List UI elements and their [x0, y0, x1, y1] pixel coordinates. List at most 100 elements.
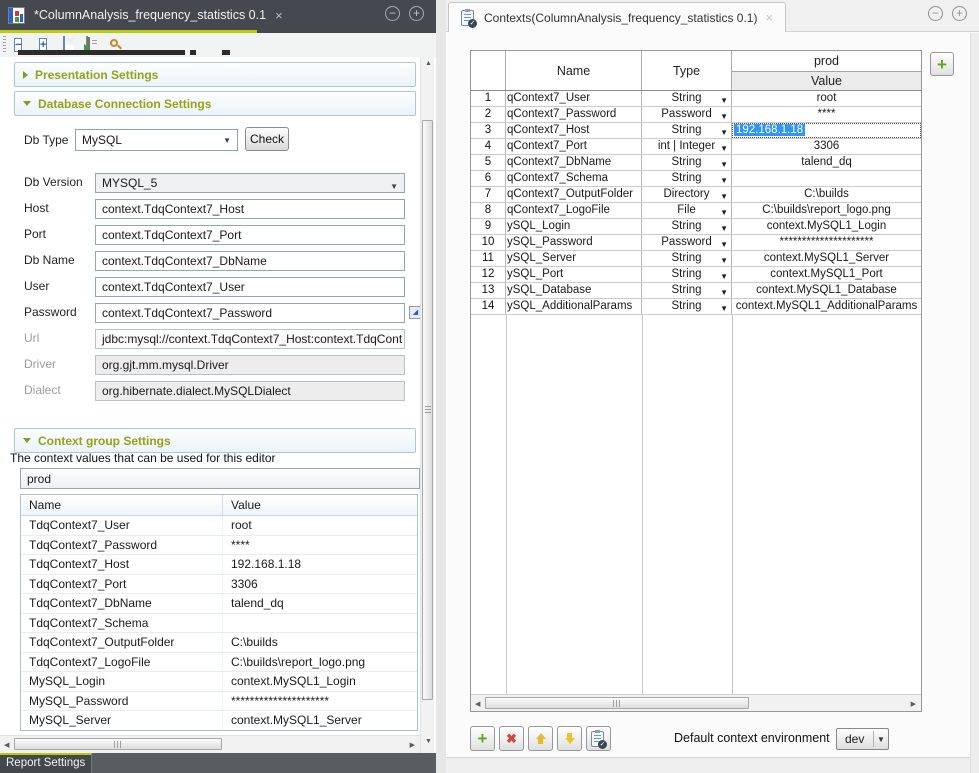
scroll-up-icon[interactable]: ▲ — [425, 60, 432, 67]
context-type-cell[interactable]: String ▼ — [642, 219, 732, 234]
context-name-cell[interactable]: ySQL_AdditionalParams — [506, 299, 642, 314]
context-name-cell[interactable]: qContext7_User — [506, 91, 642, 106]
horizontal-scrollbar[interactable]: ◀ ▶ — [0, 735, 420, 753]
chevron-down-icon[interactable]: ▼ — [720, 238, 728, 250]
section-database-connection-settings[interactable]: Database Connection Settings — [14, 91, 416, 116]
scroll-left-icon[interactable]: ◀ — [475, 701, 480, 708]
context-name-cell[interactable]: ySQL_Password — [506, 235, 642, 250]
scrollbar-thumb[interactable] — [422, 120, 433, 700]
chevron-down-icon[interactable]: ▼ — [720, 94, 728, 106]
maximize-icon[interactable]: + — [952, 6, 967, 21]
vertical-scrollbar[interactable]: ▲ ▼ — [420, 57, 434, 753]
context-value-cell[interactable]: context.MySQL1_Database — [732, 283, 921, 298]
context-value-cell[interactable] — [732, 171, 921, 186]
move-up-button[interactable] — [528, 726, 553, 751]
chevron-down-icon[interactable]: ▼ — [720, 174, 728, 186]
context-name-cell[interactable]: qContext7_DbName — [506, 155, 642, 170]
section-presentation-settings[interactable]: Presentation Settings — [14, 62, 416, 87]
context-type-cell[interactable]: String ▼ — [642, 267, 732, 282]
context-type-cell[interactable]: String ▼ — [642, 155, 732, 170]
tab-contexts[interactable]: ✓ Contexts(ColumnAnalysis_frequency_stat… — [448, 2, 786, 32]
context-environment-combo[interactable]: prod — [20, 468, 420, 489]
context-name-cell[interactable]: qContext7_Schema — [506, 171, 642, 186]
context-type-cell[interactable]: Directory ▼ — [642, 187, 732, 202]
scroll-right-icon[interactable]: ▶ — [410, 742, 415, 749]
context-value-cell[interactable]: C:\builds\report_logo.png — [732, 203, 921, 218]
context-name-cell[interactable]: qContext7_LogoFile — [506, 203, 642, 218]
context-value-cell[interactable]: context.MySQL1_Server — [732, 251, 921, 266]
context-name-cell[interactable]: ySQL_Database — [506, 283, 642, 298]
context-type-cell[interactable]: String ▼ — [642, 283, 732, 298]
chevron-down-icon[interactable]: ▼ — [720, 206, 728, 218]
chevron-down-icon[interactable]: ▼ — [720, 302, 728, 314]
minimize-icon[interactable]: − — [385, 6, 400, 21]
add-button[interactable]: + — [470, 726, 495, 751]
tab-report-settings[interactable]: Report Settings — [0, 753, 92, 773]
chevron-down-icon[interactable]: ▼ — [720, 142, 728, 154]
chevron-down-icon[interactable]: ▼ — [720, 126, 728, 138]
context-value-cell[interactable]: ********************* — [732, 235, 921, 250]
context-type-cell[interactable]: int | Integer ▼ — [642, 139, 732, 154]
default-environment-dropdown[interactable]: dev ▼ — [836, 728, 889, 750]
field-input[interactable]: context.TdqContext7_Port ▼ — [95, 225, 405, 245]
context-value-cell[interactable]: talend_dq — [732, 155, 921, 170]
context-name-cell[interactable]: ySQL_Server — [506, 251, 642, 266]
scroll-right-icon[interactable]: ▶ — [911, 701, 916, 708]
context-value-cell[interactable]: 3306 — [732, 139, 921, 154]
minimize-icon[interactable]: − — [928, 6, 943, 21]
context-value-cell[interactable]: context.MySQL1_Login — [732, 219, 921, 234]
db-type-combo[interactable]: MySQL ▼ — [75, 129, 238, 151]
scroll-left-icon[interactable]: ◀ — [4, 742, 9, 749]
toolbar-drag-handle[interactable] — [3, 36, 6, 54]
context-name-cell[interactable]: qContext7_Host — [506, 123, 642, 138]
context-type-cell[interactable]: File ▼ — [642, 203, 732, 218]
context-name-cell[interactable]: qContext7_OutputFolder — [506, 187, 642, 202]
section-context-group-settings[interactable]: Context group Settings — [14, 428, 416, 453]
add-context-variable-button[interactable]: + — [930, 52, 954, 76]
table-horizontal-scrollbar[interactable]: ◀ ▶ — [471, 694, 921, 711]
close-icon[interactable]: × — [765, 11, 773, 24]
context-value-cell[interactable]: context.MySQL1_Port — [732, 267, 921, 282]
field-input[interactable]: MYSQL_5 ▼ — [95, 173, 405, 193]
manage-contexts-button[interactable]: ✓ — [586, 726, 611, 751]
context-type-cell[interactable]: String ▼ — [642, 91, 732, 106]
context-type-cell[interactable]: String ▼ — [642, 299, 732, 314]
field-input[interactable]: jdbc:mysql://context.TdqContext7_Host:co… — [95, 329, 405, 349]
context-name-cell[interactable]: ySQL_Port — [506, 267, 642, 282]
chevron-down-icon[interactable]: ▼ — [720, 286, 728, 298]
context-value-cell[interactable]: **** — [732, 107, 921, 122]
chevron-down-icon[interactable]: ▼ — [720, 270, 728, 282]
close-icon[interactable]: × — [275, 9, 283, 22]
scrollbar-thumb[interactable] — [14, 738, 222, 750]
context-value-cell[interactable]: C:\builds — [732, 187, 921, 202]
move-down-button[interactable] — [557, 726, 582, 751]
context-name-cell[interactable]: qContext7_Password — [506, 107, 642, 122]
check-button[interactable]: Check — [245, 127, 289, 151]
context-type-cell[interactable]: Password ▼ — [642, 235, 732, 250]
field-input[interactable]: org.hibernate.dialect.MySQLDialect ▼ — [95, 381, 405, 401]
context-type-cell[interactable]: Password ▼ — [642, 107, 732, 122]
context-type-cell[interactable]: String ▼ — [642, 251, 732, 266]
chevron-down-icon[interactable]: ▼ — [720, 190, 728, 202]
scrollbar-thumb[interactable] — [485, 697, 749, 709]
maximize-icon[interactable]: + — [409, 6, 424, 21]
field-input[interactable]: context.TdqContext7_User ▼ — [95, 277, 405, 297]
field-input[interactable]: context.TdqContext7_DbName ▼ — [95, 251, 405, 271]
tab-column-analysis[interactable]: *ColumnAnalysis_frequency_statistics 0.1… — [0, 0, 283, 30]
context-name-cell[interactable]: qContext7_Port — [506, 139, 642, 154]
remove-button[interactable]: ✖ — [499, 726, 524, 751]
panel-splitter[interactable] — [436, 0, 446, 773]
scroll-down-icon[interactable]: ▼ — [425, 738, 432, 745]
context-value-cell[interactable]: context.MySQL1_AdditionalParams — [732, 299, 921, 314]
context-value-cell[interactable]: root — [732, 91, 921, 106]
context-name-cell[interactable]: ySQL_Login — [506, 219, 642, 234]
field-input[interactable]: org.gjt.mm.mysql.Driver ▼ — [95, 355, 405, 375]
field-input[interactable]: context.TdqContext7_Password ▼ — [95, 303, 405, 323]
field-input[interactable]: context.TdqContext7_Host ▼ — [95, 199, 405, 219]
chevron-down-icon[interactable]: ▼ — [720, 254, 728, 266]
chevron-down-icon[interactable]: ▼ — [720, 110, 728, 122]
context-type-cell[interactable]: String ▼ — [642, 171, 732, 186]
chevron-down-icon[interactable]: ▼ — [720, 222, 728, 234]
context-type-cell[interactable]: String ▼ — [642, 123, 732, 138]
context-value-cell[interactable]: 192.168.1.18 — [732, 123, 921, 138]
